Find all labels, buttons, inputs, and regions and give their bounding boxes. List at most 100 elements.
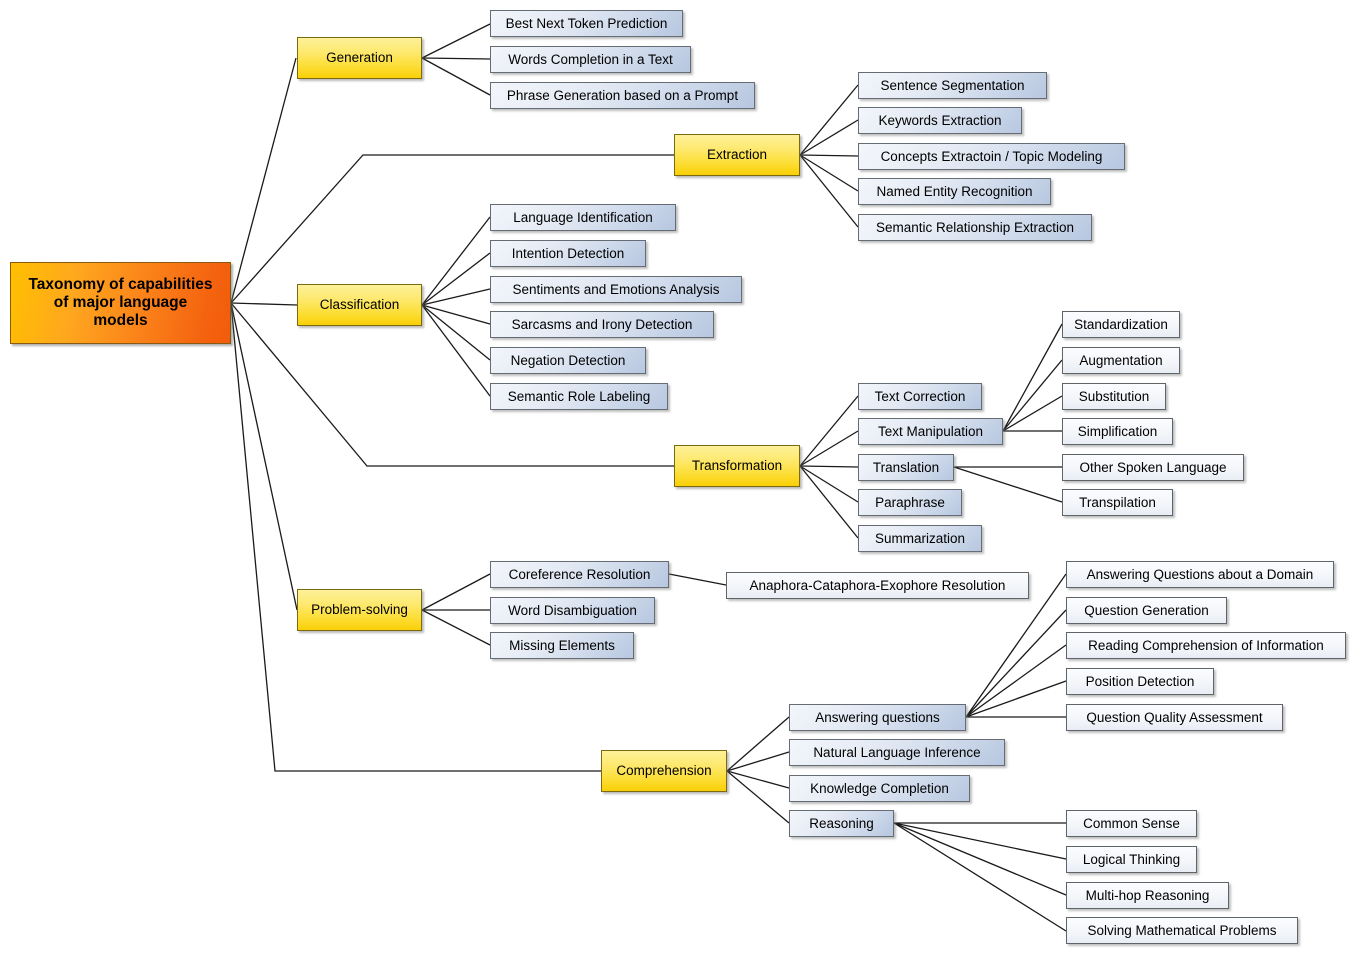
leaf-text-correction[interactable]: Text Correction [858,383,982,410]
leaf-summarization[interactable]: Summarization [858,525,982,552]
leaf-named-entity-recognition[interactable]: Named Entity Recognition [858,178,1051,205]
sub-reading-comprehension-of-information[interactable]: Reading Comprehension of Information [1066,632,1346,659]
category-generation-label: Generation [326,50,393,66]
sub-logical-thinking[interactable]: Logical Thinking [1066,846,1197,873]
leaf-semantic-relationship-extraction[interactable]: Semantic Relationship Extraction [858,214,1092,241]
leaf-coreference-resolution[interactable]: Coreference Resolution [490,561,669,588]
category-classification[interactable]: Classification [297,284,422,326]
leaf-knowledge-completion[interactable]: Knowledge Completion [789,775,970,802]
category-extraction-label: Extraction [706,147,768,163]
sub-question-quality-assessment[interactable]: Question Quality Assessment [1066,704,1283,731]
edge-comprehension-3 [726,770,790,789]
category-comprehension[interactable]: Comprehension [601,750,727,792]
edge-generation-2 [421,57,491,60]
leaf-sentence-segmentation[interactable]: Sentence Segmentation [858,72,1047,99]
leaf-label: Paraphrase [875,494,945,510]
sub-position-detection[interactable]: Position Detection [1066,668,1214,695]
leaf-label: Semantic Relationship Extraction [875,219,1075,235]
sub-anaphora-cataphora-exophore-resolution[interactable]: Anaphora-Cataphora-Exophore Resolution [726,572,1029,599]
category-comprehension-label: Comprehension [616,763,712,779]
leaf-best-next-token-prediction[interactable]: Best Next Token Prediction [490,10,683,37]
edge-extraction-1 [799,84,859,156]
leaf-missing-elements[interactable]: Missing Elements [490,632,634,659]
leaf-translation[interactable]: Translation [858,454,954,481]
edge-answeringquestions-4 [965,680,1067,718]
leaf-label: Word Disambiguation [508,602,637,618]
category-extraction[interactable]: Extraction [674,134,800,176]
edge-root-classification [230,302,298,306]
edge-comprehension-2 [726,751,790,772]
root-label-line-3: models [93,312,148,330]
leaf-sarcasms-and-irony-detection[interactable]: Sarcasms and Irony Detection [490,311,714,338]
leaf-phrase-generation-based-on-a-prompt[interactable]: Phrase Generation based on a Prompt [490,82,755,109]
category-problem-solving[interactable]: Problem-solving [297,589,422,631]
leaf-word-disambiguation[interactable]: Word Disambiguation [490,597,655,624]
sub-label: Position Detection [1085,673,1195,689]
edge-classification-6 [421,304,491,397]
mindmap-canvas: Taxonomy of capabilities of major langua… [0,0,1358,953]
edge-transformation-1 [799,395,859,467]
leaf-concepts-extraction-topic-modeling[interactable]: Concepts Extractoin / Topic Modeling [858,143,1125,170]
sub-label: Transpilation [1079,494,1156,510]
leaf-words-completion-in-a-text[interactable]: Words Completion in a Text [490,46,691,73]
edge-classification-1 [421,216,491,306]
sub-standardization[interactable]: Standardization [1062,311,1180,338]
edge-comprehension-4 [726,770,790,824]
edge-classification-2 [421,252,491,306]
leaf-natural-language-inference[interactable]: Natural Language Inference [789,739,1005,766]
edge-transformation-5 [799,465,859,539]
category-transformation[interactable]: Transformation [674,445,800,487]
sub-label: Answering Questions about a Domain [1086,566,1314,582]
root-node[interactable]: Taxonomy of capabilities of major langua… [10,262,231,344]
sub-substitution[interactable]: Substitution [1062,383,1166,410]
leaf-label: Text Manipulation [877,423,984,439]
leaf-label: Sarcasms and Irony Detection [511,316,693,332]
sub-transpilation[interactable]: Transpilation [1062,489,1173,516]
leaf-label: Sentiments and Emotions Analysis [512,281,720,297]
edge-textmanipulation-2 [1002,359,1063,432]
category-generation[interactable]: Generation [297,37,422,79]
sub-solving-mathematical-problems[interactable]: Solving Mathematical Problems [1066,917,1298,944]
category-problem-solving-label: Problem-solving [311,602,408,618]
leaf-label: Intention Detection [511,245,625,261]
sub-other-spoken-language[interactable]: Other Spoken Language [1062,454,1244,481]
leaf-reasoning[interactable]: Reasoning [789,810,894,837]
leaf-paraphrase[interactable]: Paraphrase [858,489,962,516]
leaf-label: Sentence Segmentation [880,77,1025,93]
edge-comprehension-1 [726,716,790,772]
sub-answering-questions-about-a-domain[interactable]: Answering Questions about a Domain [1066,561,1334,588]
sub-common-sense[interactable]: Common Sense [1066,810,1197,837]
edge-reasoning-3 [893,822,1067,896]
edge-answeringquestions-2 [965,609,1067,718]
edge-generation-1 [421,23,491,59]
leaf-semantic-role-labeling[interactable]: Semantic Role Labeling [490,383,668,410]
edge-reasoning-2 [893,822,1067,860]
leaf-text-manipulation[interactable]: Text Manipulation [858,418,1003,445]
leaf-negation-detection[interactable]: Negation Detection [490,347,646,374]
leaf-label: Missing Elements [509,637,615,653]
sub-label: Substitution [1078,388,1150,404]
edge-classification-3 [421,288,491,306]
sub-label: Reading Comprehension of Information [1088,637,1324,653]
sub-question-generation[interactable]: Question Generation [1066,597,1227,624]
leaf-label: Keywords Extraction [878,112,1002,128]
leaf-intention-detection[interactable]: Intention Detection [490,240,646,267]
leaf-keywords-extraction[interactable]: Keywords Extraction [858,107,1022,134]
leaf-label: Reasoning [809,815,874,831]
sub-label: Question Generation [1084,602,1209,618]
sub-augmentation[interactable]: Augmentation [1062,347,1180,374]
leaf-label: Summarization [874,530,966,546]
leaf-sentiments-and-emotions-analysis[interactable]: Sentiments and Emotions Analysis [490,276,742,303]
edge-answeringquestions-3 [965,644,1067,718]
leaf-label: Negation Detection [510,352,626,368]
edge-extraction-3 [799,154,859,157]
sub-simplification[interactable]: Simplification [1062,418,1173,445]
leaf-label: Concepts Extractoin / Topic Modeling [880,148,1103,164]
leaf-language-identification[interactable]: Language Identification [490,204,676,231]
root-label-line-1: Taxonomy of capabilities [28,275,213,293]
edge-reasoning-4 [893,822,1067,932]
leaf-label: Knowledge Completion [810,780,949,796]
edge-extraction-2 [799,119,859,156]
sub-multi-hop-reasoning[interactable]: Multi-hop Reasoning [1066,882,1229,909]
leaf-answering-questions[interactable]: Answering questions [789,704,966,731]
